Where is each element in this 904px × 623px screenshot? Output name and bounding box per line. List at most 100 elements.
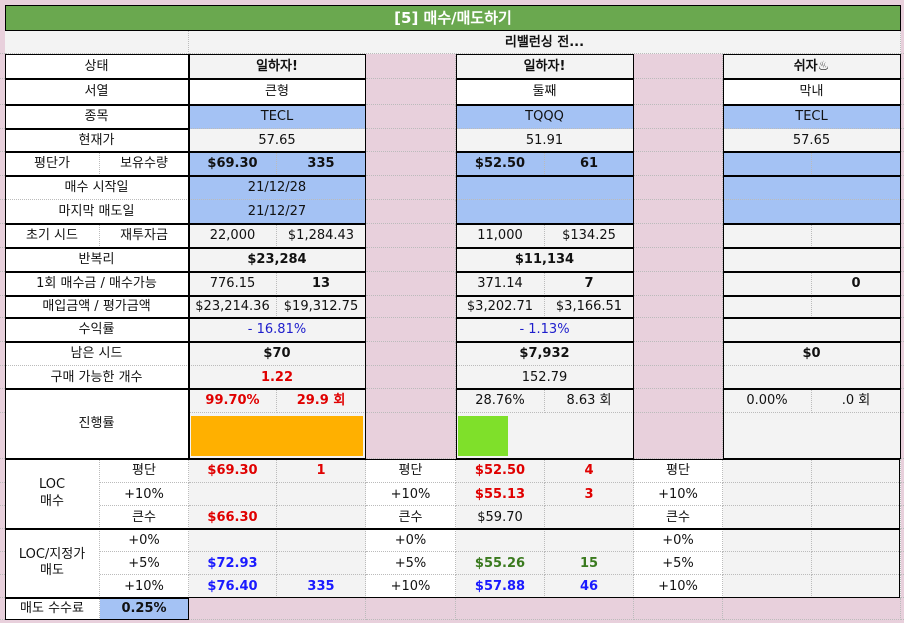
spacer-cell[interactable] [366,272,456,296]
spacer-cell[interactable] [366,176,456,200]
stock-last-sell[interactable] [456,200,634,224]
spacer-cell[interactable] [366,224,456,248]
label-sub-big[interactable]: 큰수 [634,506,723,529]
label-sub-p10[interactable]: +10% [634,483,723,506]
spacer-cell[interactable] [0,224,5,248]
stock-buyable[interactable]: 1.22 [189,366,366,389]
spacer-cell[interactable] [366,54,456,79]
label-buy-eval[interactable]: 매입금액 / 평가금액 [5,296,189,318]
loc-big-price[interactable] [723,506,812,529]
label-sub-p10[interactable]: +10% [100,483,189,506]
spacer-cell[interactable] [0,176,5,200]
label-sub-p0[interactable]: +0% [634,529,723,552]
spacer-cell[interactable] [634,296,723,318]
spacer-cell[interactable] [366,342,456,366]
label-sub-avg_short[interactable]: 평단 [100,459,189,483]
spacer-cell[interactable] [366,413,456,459]
loc-big-price[interactable]: $66.30 [189,506,277,529]
spacer-cell[interactable] [0,318,5,342]
spacer-cell[interactable] [366,389,456,413]
sell-p5-qty[interactable] [812,552,901,575]
label-loc-buy[interactable]: LOC 매수 [5,459,100,529]
stock-remain-seed[interactable]: $70 [189,342,366,366]
stock-buy-start[interactable]: 21/12/28 [189,176,366,200]
spacer-cell[interactable] [634,105,723,129]
stock-remain-seed[interactable]: $0 [723,342,901,366]
stock-reinvest[interactable]: $134.25 [545,224,634,248]
stock-price[interactable]: 51.91 [456,129,634,152]
spacer-cell[interactable] [634,272,723,296]
stock-buyable[interactable] [723,366,901,389]
loc-p10-qty[interactable]: 3 [545,483,634,506]
spacer-cell[interactable] [0,529,5,552]
spacer-cell[interactable] [634,318,723,342]
spacer-cell[interactable] [0,129,5,152]
spacer-cell[interactable] [0,459,5,483]
label-avg[interactable]: 평단가 [5,152,100,176]
loc-avg-qty[interactable]: 4 [545,459,634,483]
stock-buy-amount[interactable]: $3,202.71 [456,296,545,318]
spacer-cell[interactable] [0,389,5,413]
stock-compound[interactable]: $11,134 [456,248,634,272]
stock-buyable-count[interactable]: 0 [812,272,901,296]
stock-status[interactable]: 일하자! [456,54,634,79]
spacer-cell[interactable] [634,224,723,248]
loc-avg-price[interactable]: $69.30 [189,459,277,483]
label-sub-p10[interactable]: +10% [366,575,456,598]
stock-buy-amount[interactable] [723,296,812,318]
stock-rank[interactable]: 큰형 [189,79,366,105]
sell-p0-price[interactable] [723,529,812,552]
spacer-cell[interactable] [0,366,5,389]
label-buyable[interactable]: 구매 가능한 개수 [5,366,189,389]
spacer-cell[interactable] [366,366,456,389]
stock-last-sell[interactable]: 21/12/27 [189,200,366,224]
stock-progress-count[interactable]: 29.9 회 [277,389,366,413]
spacer-cell[interactable] [634,366,723,389]
stock-qty[interactable] [812,152,901,176]
stock-buyable-count[interactable]: 7 [545,272,634,296]
spacer-cell[interactable] [0,413,5,459]
spacer-cell[interactable] [0,31,5,54]
stock-per-buy[interactable] [723,272,812,296]
spacer-cell[interactable] [0,105,5,129]
stock-buyable-count[interactable]: 13 [277,272,366,296]
stock-seed[interactable]: 11,000 [456,224,545,248]
stock-eval-amount[interactable]: $3,166.51 [545,296,634,318]
stock-seed[interactable]: 22,000 [189,224,277,248]
stock-per-buy[interactable]: 776.15 [189,272,277,296]
stock-ticker[interactable]: TECL [723,105,901,129]
label-qty[interactable]: 보유수량 [100,152,189,176]
stock-remain-seed[interactable]: $7,932 [456,342,634,366]
label-sub-p5[interactable]: +5% [634,552,723,575]
subtitle[interactable]: 리밸런싱 전... [189,31,901,54]
label-sub-p10[interactable]: +10% [100,575,189,598]
label-reinvest[interactable]: 재투자금 [100,224,189,248]
spacer-cell[interactable] [0,598,5,620]
spacer-cell[interactable] [634,413,723,459]
loc-p10-qty[interactable] [277,483,366,506]
label-status[interactable]: 상태 [5,54,189,79]
stock-price[interactable]: 57.65 [723,129,901,152]
spacer-cell[interactable] [634,389,723,413]
sell-p10-price[interactable]: $76.40 [189,575,277,598]
stock-avg[interactable]: $52.50 [456,152,545,176]
stock-progress-count[interactable]: .0 회 [812,389,901,413]
stock-rank[interactable]: 막내 [723,79,901,105]
spacer-cell[interactable] [634,79,723,105]
label-sub-p10[interactable]: +10% [634,575,723,598]
spacer-cell[interactable] [366,248,456,272]
label-rank[interactable]: 서열 [5,79,189,105]
stock-eval-amount[interactable]: $19,312.75 [277,296,366,318]
spacer-cell[interactable] [456,598,634,620]
spacer-cell[interactable] [366,318,456,342]
stock-qty[interactable]: 61 [545,152,634,176]
loc-avg-qty[interactable]: 1 [277,459,366,483]
stock-ticker[interactable]: TECL [189,105,366,129]
stock-price[interactable]: 57.65 [189,129,366,152]
spacer-cell[interactable] [366,200,456,224]
stock-buy-start[interactable] [723,176,901,200]
stock-reinvest[interactable] [812,224,901,248]
loc-avg-price[interactable]: $52.50 [456,459,545,483]
label-price[interactable]: 현재가 [5,129,189,152]
label-last-sell[interactable]: 마지막 매도일 [5,200,189,224]
